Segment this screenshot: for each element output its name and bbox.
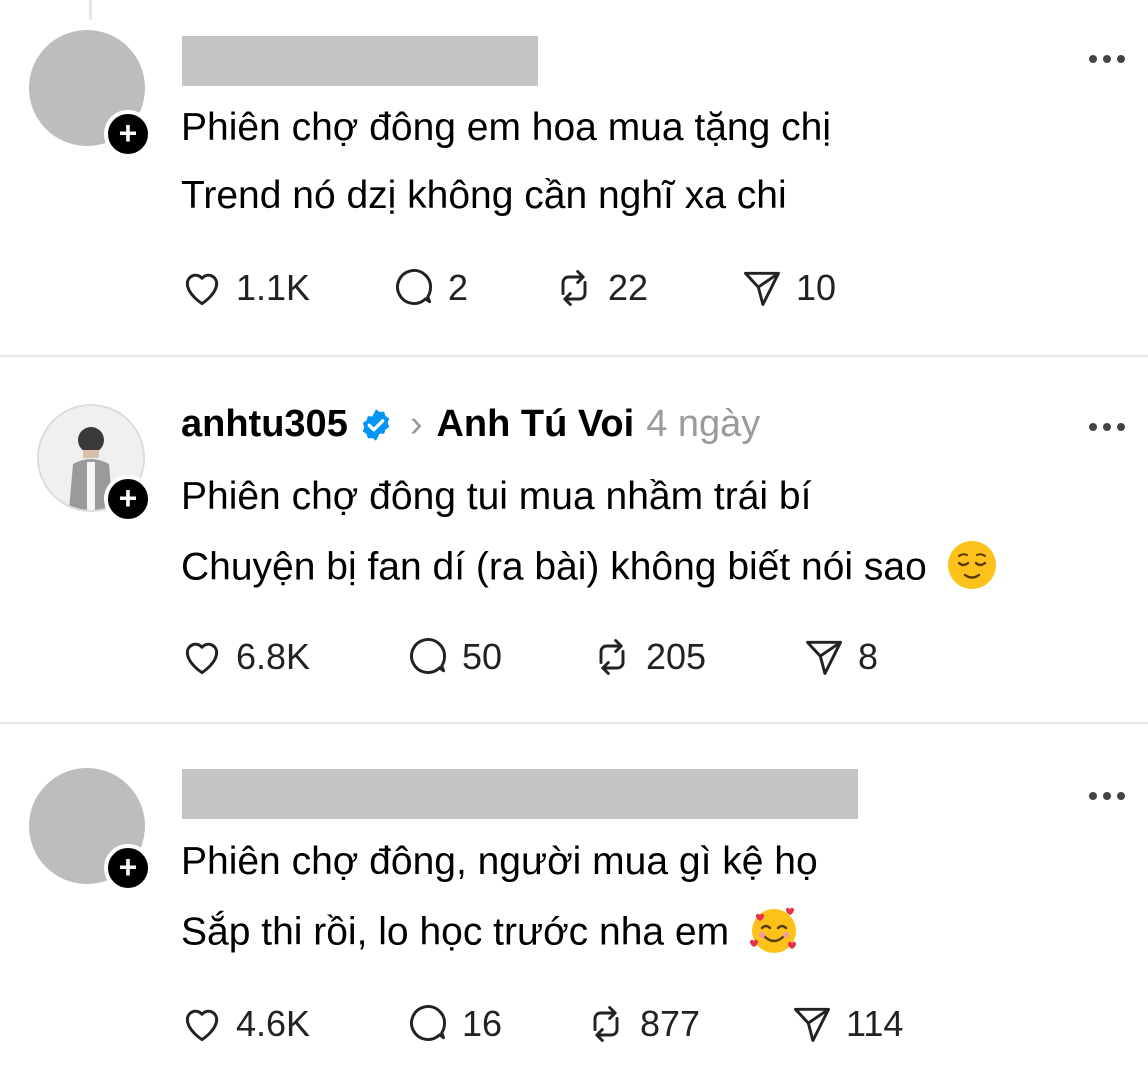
like-count: 4.6K (236, 1003, 311, 1044)
comment-count: 50 (462, 636, 503, 677)
follow-plus-button[interactable]: + (104, 110, 152, 158)
more-options-button[interactable] (1088, 421, 1128, 433)
more-options-button[interactable] (1088, 53, 1128, 65)
post-3: + Phiên chợ đông, người mua gì kệ họ Sắp… (0, 724, 1148, 1082)
like-count: 6.8K (236, 636, 311, 677)
comment-count: 16 (462, 1003, 503, 1044)
action-bar: 1.1K 2 22 10 (180, 266, 1080, 310)
post-text-line-1: Phiên chợ đông, người mua gì kệ họ (181, 840, 818, 883)
repost-icon (599, 639, 625, 675)
comment-button[interactable]: 50 (406, 635, 502, 679)
comment-icon (410, 1005, 446, 1041)
like-button[interactable]: 1.1K (180, 266, 310, 310)
share-icon (794, 1007, 830, 1042)
comment-icon (410, 638, 446, 674)
comment-button[interactable]: 2 (392, 266, 468, 310)
post-2: + anhtu305 › Anh Tú Voi 4 ngày Phiên chợ… (0, 357, 1148, 723)
smiling-face-with-hearts-emoji-icon (749, 907, 796, 953)
more-options-button[interactable] (1088, 790, 1128, 802)
redacted-username (182, 36, 538, 86)
comment-count: 2 (448, 267, 469, 308)
share-count: 8 (858, 636, 879, 677)
repost-button[interactable]: 22 (552, 266, 648, 310)
username[interactable]: anhtu305 (181, 403, 348, 446)
post-text-line-2: Sắp thi rồi, lo học trước nha em (181, 910, 730, 954)
redacted-username (182, 769, 858, 819)
post-text-line-2-wrap: Sắp thi rồi, lo học trước nha em (181, 907, 800, 960)
repost-button[interactable]: 877 (584, 1002, 700, 1046)
share-icon (744, 271, 780, 306)
repost-button[interactable]: 205 (590, 635, 706, 679)
like-button[interactable]: 6.8K (180, 635, 310, 679)
heart-icon (185, 642, 219, 675)
comment-icon (396, 269, 432, 305)
share-button[interactable]: 8 (802, 635, 878, 679)
heart-icon (185, 1009, 219, 1042)
verified-badge-icon (362, 408, 390, 441)
like-count: 1.1K (236, 267, 311, 308)
post-text-line-1: Phiên chợ đông tui mua nhầm trái bí (181, 475, 812, 518)
post-text-line-2: Trend nó dzị không cần nghĩ xa chi (181, 174, 787, 217)
action-bar: 6.8K 50 205 8 (180, 635, 1080, 679)
repost-icon (561, 270, 587, 306)
share-count: 114 (846, 1003, 904, 1044)
relieved-face-emoji-icon (947, 541, 996, 589)
repost-icon (593, 1006, 619, 1042)
post-text-line-1: Phiên chợ đông em hoa mua tặng chị (181, 106, 831, 149)
action-bar: 4.6K 16 877 114 (180, 1002, 1080, 1046)
post-text-line-2: Chuyện bị fan dí (ra bài) không biết nói… (181, 545, 927, 589)
share-button[interactable]: 114 (790, 1002, 903, 1046)
like-button[interactable]: 4.6K (180, 1002, 310, 1046)
comment-button[interactable]: 16 (406, 1002, 502, 1046)
repost-count: 22 (608, 267, 649, 308)
post-time: 4 ngày (646, 403, 761, 445)
heart-icon (185, 273, 219, 306)
post-text-line-2-wrap: Chuyện bị fan dí (ra bài) không biết nói… (181, 541, 998, 595)
share-count: 10 (796, 267, 837, 308)
share-icon (806, 640, 842, 675)
share-button[interactable]: 10 (740, 266, 836, 310)
chevron-right-icon: › (409, 403, 423, 445)
reply-to-username[interactable]: Anh Tú Voi (436, 403, 634, 446)
post-header: anhtu305 › Anh Tú Voi 4 ngày (181, 403, 760, 446)
follow-plus-button[interactable]: + (104, 475, 152, 523)
follow-plus-button[interactable]: + (104, 844, 152, 892)
post-1: + Phiên chợ đông em hoa mua tặng chị Tre… (0, 0, 1148, 356)
repost-count: 205 (646, 636, 707, 677)
repost-count: 877 (640, 1003, 701, 1044)
